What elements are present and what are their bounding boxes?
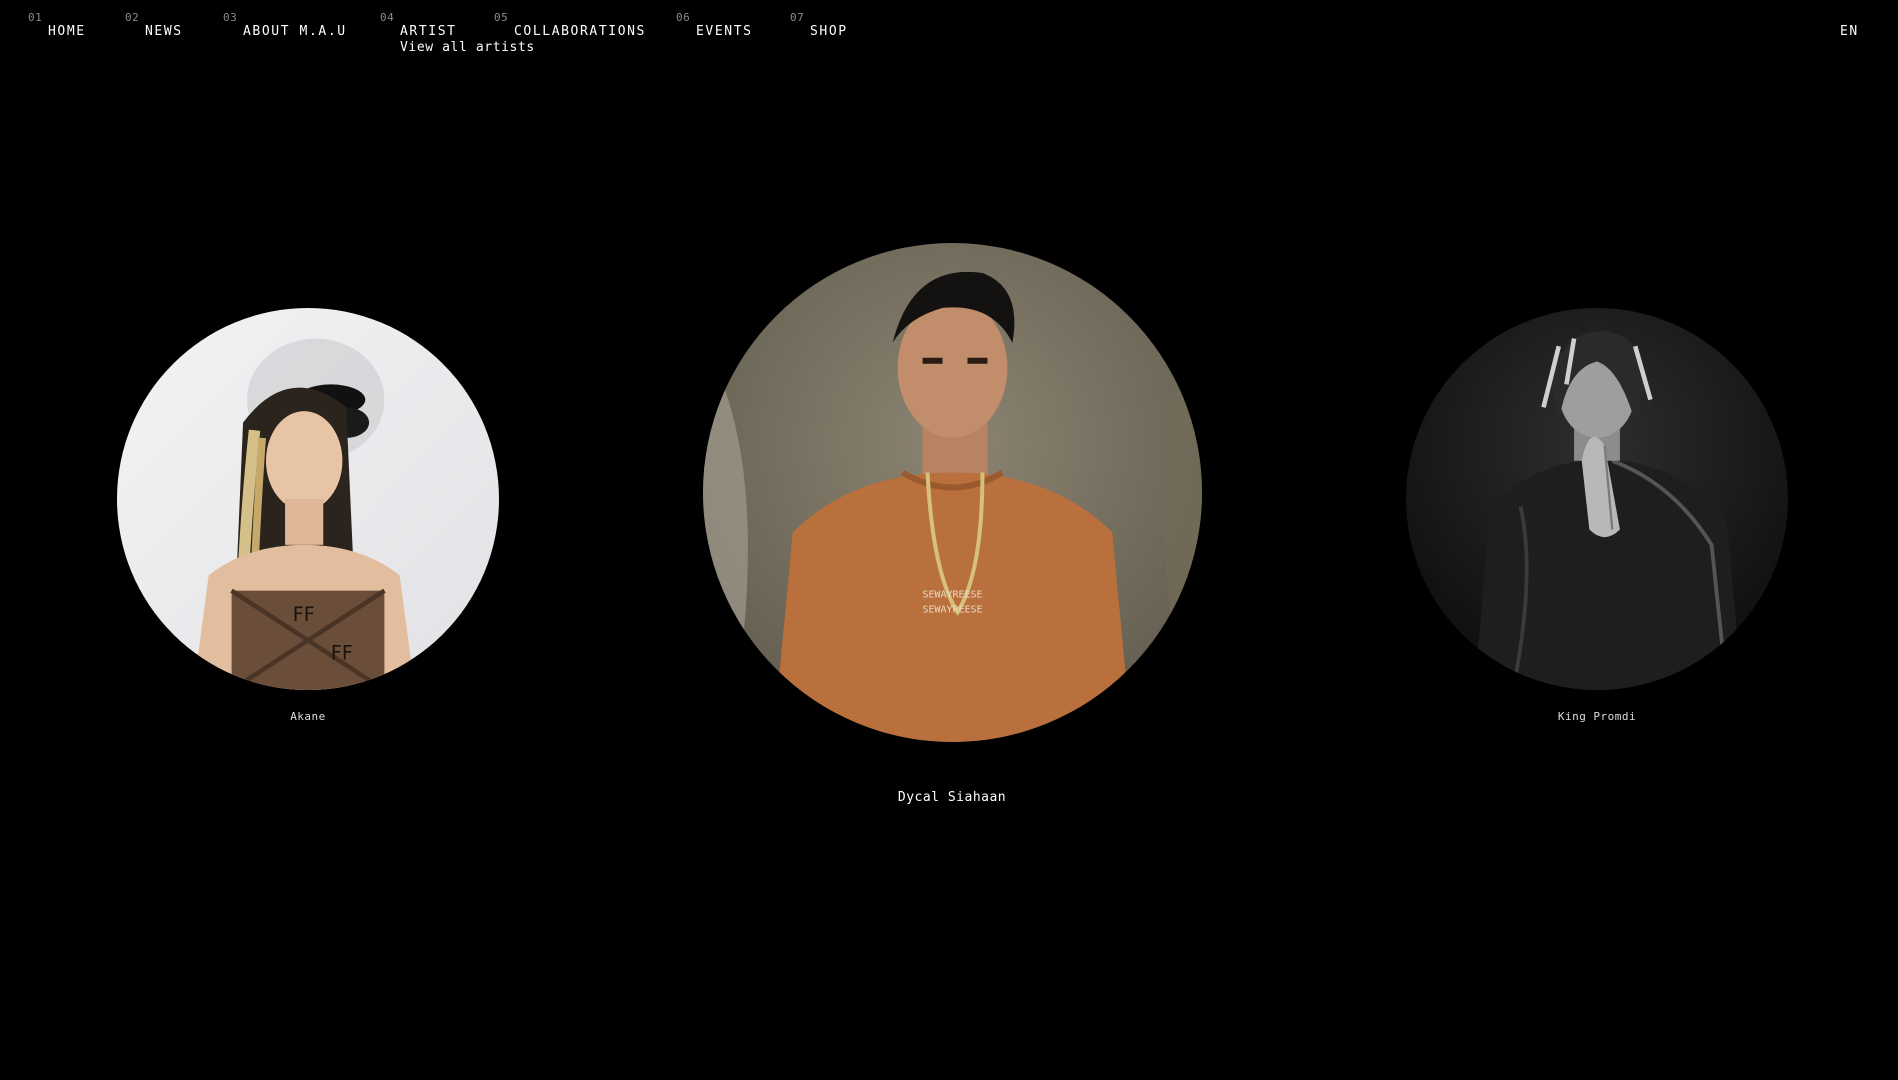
nav-label-shop[interactable]: SHOP (810, 24, 848, 39)
view-all-artists-link[interactable]: View all artists (400, 40, 535, 55)
language-switch[interactable]: EN (1840, 24, 1859, 39)
nav-label-home[interactable]: HOME (48, 24, 86, 39)
nav-label-about[interactable]: ABOUT M.A.U (243, 24, 347, 39)
portrait-image-akane: FF FF (117, 308, 499, 690)
nav-label-artist[interactable]: ARTIST (400, 24, 457, 39)
nav-label-events[interactable]: EVENTS (696, 24, 753, 39)
artist-carousel-page: 01 HOME 02 NEWS 03 ABOUT M.A.U 04 ARTIST… (0, 0, 1898, 1080)
svg-text:SEWAYREESE: SEWAYREESE (923, 604, 983, 615)
artist-name[interactable]: Akane (290, 710, 326, 723)
svg-text:FF: FF (293, 603, 315, 626)
svg-text:SEWAYREESE: SEWAYREESE (923, 589, 983, 600)
nav-label-collaborations[interactable]: COLLABORATIONS (514, 24, 646, 39)
portrait-image-king-promdi (1406, 308, 1788, 690)
nav-number: 04 (380, 11, 395, 24)
artist-portrait[interactable] (1406, 308, 1788, 690)
nav-number: 06 (676, 11, 691, 24)
artist-portrait[interactable]: FF FF (117, 308, 499, 690)
artist-name[interactable]: King Promdi (1558, 710, 1636, 723)
nav-label-news[interactable]: NEWS (145, 24, 183, 39)
nav-number: 05 (494, 11, 509, 24)
artist-name[interactable]: Dycal Siahaan (898, 790, 1006, 805)
artist-portrait[interactable]: SEWAYREESE SEWAYREESE (703, 243, 1202, 742)
portrait-image-dycal-siahaan: SEWAYREESE SEWAYREESE (703, 243, 1202, 742)
nav-number: 02 (125, 11, 140, 24)
nav-number: 03 (223, 11, 238, 24)
nav-number: 07 (790, 11, 805, 24)
nav-number: 01 (28, 11, 43, 24)
svg-text:FF: FF (331, 641, 353, 664)
